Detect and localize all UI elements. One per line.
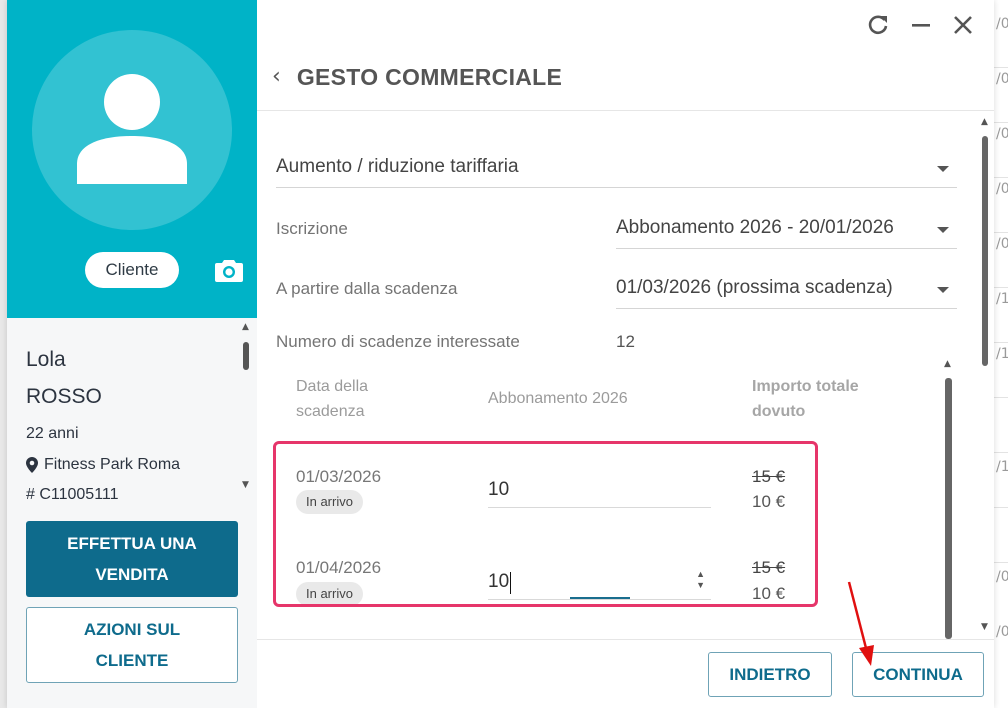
footer-divider [257, 639, 994, 640]
person-icon [77, 74, 187, 184]
background-row-text: /0 [996, 126, 1008, 142]
background-row-text: /0 [996, 236, 1008, 252]
gesture-type-select[interactable]: Aumento / riduzione tariffaria [276, 150, 957, 188]
scroll-down-icon[interactable]: ▼ [242, 480, 249, 490]
column-header-due-date-line2: scadenza [296, 403, 365, 420]
background-row-divider [994, 287, 1008, 288]
column-header-total: Importo totale dovuto [752, 374, 859, 424]
club-name: Fitness Park Roma [44, 456, 181, 473]
minimize-icon[interactable] [908, 12, 934, 38]
location-pin-icon [26, 457, 38, 473]
highlight-box [273, 441, 818, 607]
camera-icon[interactable] [215, 258, 243, 282]
start-due-select[interactable]: 01/03/2026 (prossima scadenza) [616, 271, 957, 309]
caret-down-icon [937, 227, 949, 233]
background-row-text: /0 [996, 569, 1008, 585]
refresh-icon[interactable] [865, 12, 891, 38]
background-row-divider [994, 342, 1008, 343]
background-row-text: /0 [996, 71, 1008, 87]
scroll-thumb[interactable] [982, 136, 988, 366]
club-location: Fitness Park Roma [26, 456, 180, 474]
client-role-chip[interactable]: Cliente [85, 252, 179, 288]
background-row-divider [994, 232, 1008, 233]
profile-scrollbar[interactable]: ▲ ▼ [240, 322, 252, 492]
profile-header: Cliente [7, 0, 257, 318]
background-row-divider [994, 67, 1008, 68]
make-sale-label-line2: VENDITA [95, 565, 169, 584]
caret-down-icon [937, 166, 949, 172]
client-actions-label-line2: CLIENTE [95, 651, 169, 670]
background-row-text: /1 [996, 346, 1008, 362]
scroll-thumb[interactable] [945, 378, 952, 639]
back-button[interactable]: INDIETRO [708, 652, 832, 697]
start-due-label: A partire dalla scadenza [276, 279, 458, 298]
close-icon[interactable] [950, 12, 976, 38]
avatar [32, 30, 232, 230]
make-sale-button[interactable]: EFFETTUA UNA VENDITA [26, 521, 238, 597]
subscription-value: Abbonamento 2026 - 20/01/2026 [616, 217, 894, 238]
form-scrollbar[interactable]: ▲ ▼ [978, 114, 992, 639]
due-count-label: Numero di scadenze interessate [276, 332, 520, 351]
scroll-up-icon[interactable]: ▲ [242, 322, 249, 332]
caret-down-icon [937, 287, 949, 293]
subscription-label: Iscrizione [276, 219, 348, 238]
member-code: # C11005111 [26, 486, 119, 503]
dialog-header: ‹ GESTO COMMERCIALE [272, 64, 562, 91]
gesture-type-value: Aumento / riduzione tariffaria [276, 156, 519, 177]
column-header-total-line2: dovuto [752, 403, 806, 420]
profile-actions: EFFETTUA UNA VENDITA AZIONI SUL CLIENTE [7, 508, 257, 708]
annotation-arrow-icon [847, 581, 874, 666]
due-count-value: 12 [616, 332, 635, 351]
scroll-thumb[interactable] [243, 342, 249, 370]
column-header-due-date-line1: Data della [296, 378, 369, 395]
make-sale-label-line1: EFFETTUA UNA [67, 534, 197, 553]
background-row-text: /1 [996, 291, 1008, 307]
scroll-down-icon[interactable]: ▼ [981, 622, 988, 632]
back-chevron-icon[interactable]: ‹ [272, 64, 281, 89]
background-row-text: /0 [996, 16, 1008, 32]
column-header-due-date: Data della scadenza [296, 374, 368, 424]
last-name: ROSSO [26, 385, 102, 408]
page-title: GESTO COMMERCIALE [296, 64, 563, 90]
age: 22 anni [26, 425, 79, 442]
background-row-text: /0 [996, 181, 1008, 197]
scroll-up-icon[interactable]: ▲ [944, 359, 951, 369]
commercial-gesture-dialog: Cliente Lola ROSSO 22 anni Fitness Park … [7, 0, 994, 708]
background-row-divider [994, 562, 1008, 563]
client-actions-label-line1: AZIONI SUL [83, 620, 181, 639]
background-row-divider [994, 452, 1008, 453]
column-header-plan: Abbonamento 2026 [488, 390, 628, 407]
background-row-text: /1 [996, 459, 1008, 475]
column-header-total-line1: Importo totale [752, 378, 859, 395]
subscription-select[interactable]: Abbonamento 2026 - 20/01/2026 [616, 211, 957, 249]
start-due-value: 01/03/2026 (prossima scadenza) [616, 277, 893, 298]
scroll-up-icon[interactable]: ▲ [981, 117, 988, 127]
background-row-divider [994, 507, 1008, 508]
header-divider [257, 110, 994, 111]
first-name: Lola [26, 348, 66, 371]
background-row-divider [994, 397, 1008, 398]
background-row-text: /0 [996, 624, 1008, 640]
client-actions-button[interactable]: AZIONI SUL CLIENTE [26, 607, 238, 683]
table-scrollbar[interactable]: ▲ [942, 356, 956, 639]
profile-info: Lola ROSSO 22 anni Fitness Park Roma # C… [7, 318, 257, 508]
background-row-divider [994, 177, 1008, 178]
background-row-divider [994, 122, 1008, 123]
